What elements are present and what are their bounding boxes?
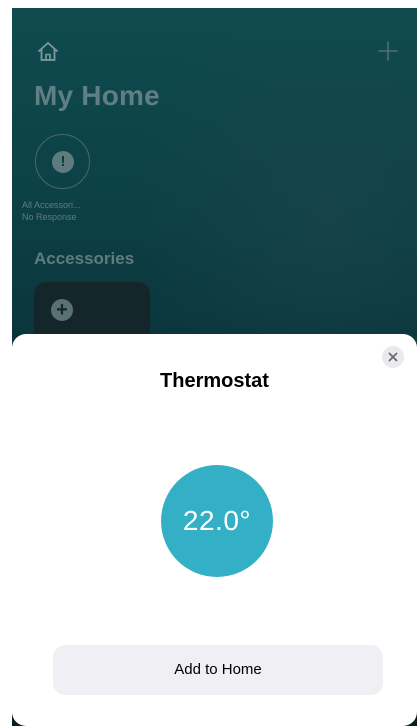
close-icon [388,352,398,362]
house-icon[interactable] [36,40,60,64]
status-label: All Accessori... No Response [22,199,112,223]
sheet-title: Thermostat [160,370,269,392]
accessory-sheet: Thermostat 22.0° Add to Home [12,334,417,726]
add-to-home-button[interactable]: Add to Home [53,645,383,695]
plus-circle-icon: + [51,299,73,321]
status-line-2: No Response [22,212,77,222]
temperature-dial: 22.0° [161,465,273,577]
exclamation-icon: ! [52,151,74,173]
home-screen: My Home ! All Accessori... No Response A… [12,8,417,726]
status-button[interactable]: ! [35,134,90,189]
accessories-heading: Accessories [34,249,135,268]
status-line-1: All Accessori... [22,200,81,210]
plus-icon[interactable] [377,40,399,62]
page-title: My Home [34,80,160,111]
close-button[interactable] [382,346,404,368]
